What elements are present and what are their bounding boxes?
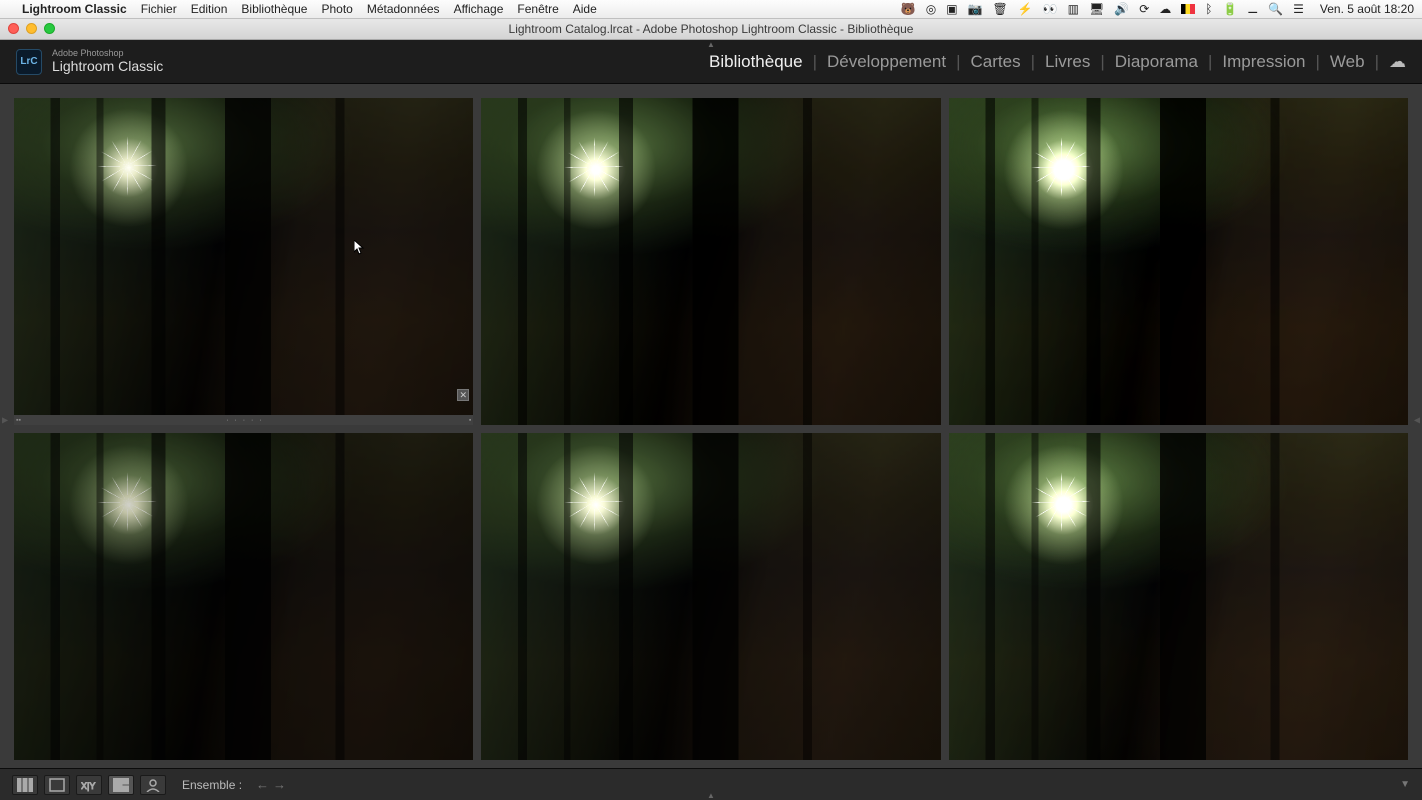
panels-icon[interactable]: ▥ <box>1068 2 1079 16</box>
people-view-button[interactable] <box>140 775 166 795</box>
menubar-clock[interactable]: Ven. 5 août 18:20 <box>1320 2 1414 16</box>
menu-fichier[interactable]: Fichier <box>141 2 177 16</box>
bear-icon[interactable]: 🐻 <box>901 2 916 16</box>
cell-index-icon: ▪▪ <box>16 417 21 424</box>
module-livres[interactable]: Livres <box>1045 52 1090 72</box>
wifi-icon[interactable]: ⚊ <box>1247 2 1258 16</box>
filmstrip-toggle-icon[interactable]: ▲ <box>707 791 715 800</box>
menu-edition[interactable]: Edition <box>191 2 228 16</box>
module-web[interactable]: Web <box>1330 52 1365 72</box>
survey-icon <box>113 778 129 792</box>
thumbnail-image[interactable] <box>481 433 940 760</box>
cloud-status-icon[interactable]: ☁ <box>1159 2 1171 16</box>
menu-affichage[interactable]: Affichage <box>454 2 504 16</box>
grid-cell[interactable]: ✕ ▪▪ · · · · · ▪ <box>14 98 473 425</box>
menu-metadonnees[interactable]: Métadonnées <box>367 2 440 16</box>
module-developpement[interactable]: Développement <box>827 52 946 72</box>
left-panel-toggle-icon[interactable]: ▶ <box>2 416 8 425</box>
grid-cell[interactable] <box>481 98 940 425</box>
menu-photo[interactable]: Photo <box>321 2 352 16</box>
right-panel-toggle-icon[interactable]: ◀ <box>1414 416 1420 425</box>
people-icon <box>145 778 161 792</box>
volume-icon[interactable]: 🔊 <box>1114 2 1129 16</box>
menu-fenetre[interactable]: Fenêtre <box>517 2 558 16</box>
macos-menubar: Lightroom Classic Fichier Edition Biblio… <box>0 0 1422 19</box>
flash-icon[interactable]: ⚡ <box>1018 2 1033 16</box>
loupe-icon <box>49 778 65 792</box>
module-picker: Bibliothèque| Développement| Cartes| Liv… <box>709 52 1406 72</box>
module-diaporama[interactable]: Diaporama <box>1115 52 1198 72</box>
window-close-button[interactable] <box>8 23 19 34</box>
loupe-view-button[interactable] <box>44 775 70 795</box>
battery-icon[interactable]: 🔋 <box>1222 2 1237 16</box>
thumbnail-image[interactable]: ✕ <box>14 98 473 415</box>
module-impression[interactable]: Impression <box>1222 52 1305 72</box>
cloud-sync-icon[interactable]: ☁ <box>1389 52 1406 72</box>
grid-view-button[interactable] <box>12 775 38 795</box>
app-body: ▲ LrC Adobe Photoshop Lightroom Classic … <box>0 40 1422 800</box>
top-panel-toggle-icon[interactable]: ▲ <box>707 40 715 49</box>
svg-text:X|Y: X|Y <box>81 781 95 791</box>
reject-flag-icon[interactable]: ✕ <box>457 389 469 401</box>
rating-dots[interactable]: · · · · · <box>226 417 263 424</box>
app-menu[interactable]: Lightroom Classic <box>22 2 127 16</box>
grid-cell[interactable] <box>949 98 1408 425</box>
window-zoom-button[interactable] <box>44 23 55 34</box>
eye-icon[interactable]: ◎ <box>926 2 936 16</box>
bluetooth-icon[interactable]: ᛒ <box>1205 2 1212 16</box>
prev-photo-button[interactable]: ← <box>256 777 269 792</box>
display-icon[interactable]: 🖥 <box>1089 2 1104 16</box>
ensemble-label: Ensemble : <box>182 778 242 792</box>
grid-cell[interactable] <box>949 433 1408 760</box>
grid-cell[interactable] <box>481 433 940 760</box>
module-cartes[interactable]: Cartes <box>971 52 1021 72</box>
window-titlebar: Lightroom Catalog.lrcat - Adobe Photosho… <box>0 19 1422 40</box>
thumbnail-image[interactable] <box>14 433 473 760</box>
menu-aide[interactable]: Aide <box>573 2 597 16</box>
cell-end-marker: ▪ <box>469 417 471 424</box>
lrc-logo-icon: LrC <box>16 49 42 75</box>
grid-icon <box>17 778 33 792</box>
next-photo-button[interactable]: → <box>273 777 286 792</box>
window-minimize-button[interactable] <box>26 23 37 34</box>
grid-cell[interactable] <box>14 433 473 760</box>
sync-icon[interactable]: ⟳ <box>1139 2 1149 16</box>
survey-view-button[interactable] <box>108 775 134 795</box>
menu-bibliotheque[interactable]: Bibliothèque <box>241 2 307 16</box>
control-center-icon[interactable]: ☰ <box>1293 2 1304 16</box>
binoculars-icon[interactable]: 👀 <box>1043 2 1058 16</box>
camera-icon[interactable]: 📷 <box>968 2 983 16</box>
window-title: Lightroom Catalog.lrcat - Adobe Photosho… <box>0 22 1422 36</box>
module-bibliotheque[interactable]: Bibliothèque <box>709 52 803 72</box>
thumbnail-image[interactable] <box>949 98 1408 425</box>
thumbnail-image[interactable] <box>949 433 1408 760</box>
cell-footer: ▪▪ · · · · · ▪ <box>14 415 473 425</box>
trash-icon[interactable]: 🗑 <box>993 2 1008 16</box>
toolbar-expand-icon[interactable]: ▼ <box>1400 779 1410 790</box>
identity-title: Lightroom Classic <box>52 59 163 74</box>
thumbnail-image[interactable] <box>481 98 940 425</box>
grid-view: ✕ ▪▪ · · · · · ▪ <box>0 84 1422 768</box>
thumbnail-grid: ✕ ▪▪ · · · · · ▪ <box>14 98 1408 760</box>
compare-view-button[interactable]: X|Y <box>76 775 102 795</box>
spotlight-search-icon[interactable]: 🔍 <box>1268 2 1283 16</box>
record-icon[interactable]: ▣ <box>946 2 957 16</box>
compare-icon: X|Y <box>81 778 97 792</box>
flag-be-icon[interactable] <box>1181 4 1195 14</box>
